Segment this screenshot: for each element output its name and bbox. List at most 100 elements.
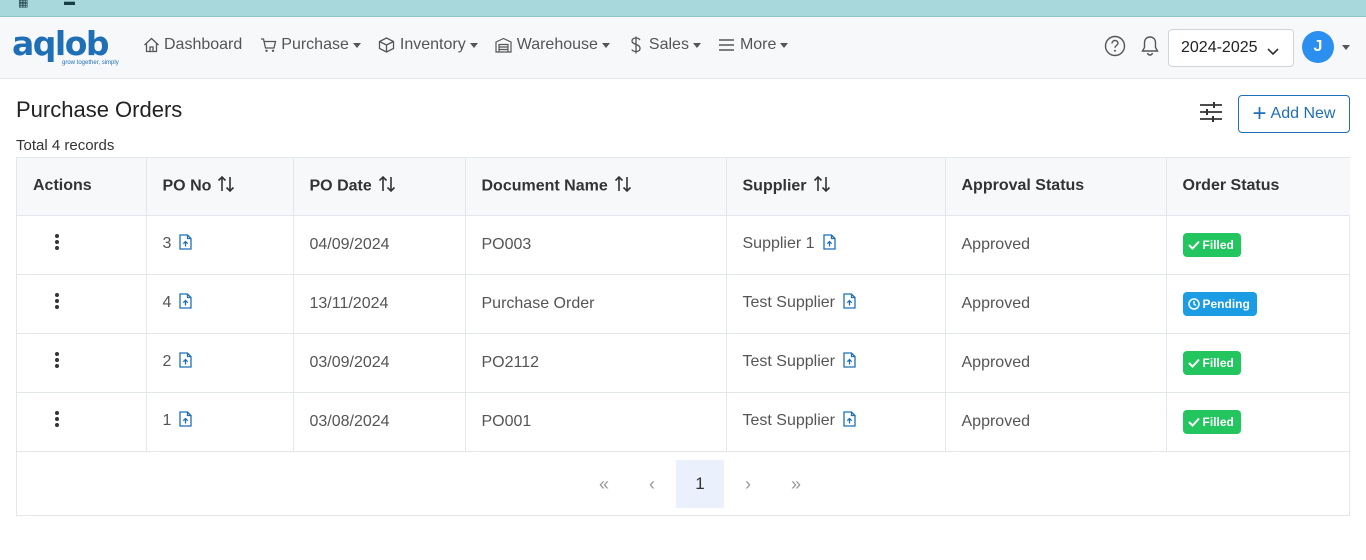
document-link-icon[interactable] (179, 352, 193, 373)
sort-icon[interactable] (614, 175, 632, 198)
status-badge: Filled (1182, 409, 1241, 434)
kebab-menu-icon[interactable] (55, 291, 59, 311)
supplier-name: Supplier 1 (742, 235, 815, 252)
nav-inventory[interactable]: Inventory (378, 36, 478, 54)
actions-cell (17, 392, 147, 452)
column-header-supplier[interactable]: Supplier (726, 158, 946, 216)
chevron-down-icon (692, 42, 701, 48)
po-no-cell: 4 (146, 274, 294, 334)
status-badge: Pending (1182, 291, 1257, 316)
help-icon[interactable] (1104, 35, 1126, 57)
add-new-label: Add New (1270, 105, 1336, 122)
nav-warehouse-label: Warehouse (516, 36, 598, 53)
document-name-cell: PO001 (465, 392, 727, 452)
document-name-cell: PO003 (465, 215, 727, 275)
column-header-po-no[interactable]: PO No (146, 158, 294, 216)
document-name-cell: Purchase Order (465, 274, 727, 334)
grid-icon: ▦ (18, 0, 29, 9)
chevron-down-icon (780, 42, 789, 48)
chevron-down-icon (469, 42, 478, 48)
chevron-down-icon (1267, 43, 1279, 61)
document-name-cell: PO2112 (465, 333, 727, 393)
column-header-po-date[interactable]: PO Date (293, 158, 466, 216)
document-link-icon[interactable] (843, 411, 856, 432)
sort-icon[interactable] (813, 175, 831, 198)
supplier-cell: Test Supplier (726, 333, 946, 393)
user-avatar[interactable]: J (1302, 31, 1334, 63)
filter-settings-icon[interactable] (1198, 101, 1226, 125)
document-link-icon[interactable] (843, 352, 856, 373)
actions-cell (17, 333, 147, 393)
chevron-down-icon (601, 42, 610, 48)
po-date-cell: 03/08/2024 (293, 392, 466, 452)
kebab-menu-icon[interactable] (55, 409, 59, 429)
sort-icon[interactable] (378, 175, 396, 198)
nav-dashboard-label: Dashboard (164, 36, 243, 53)
last-page-button[interactable]: » (772, 460, 820, 508)
pagination: « ‹ 1 › » (580, 460, 820, 508)
document-link-icon[interactable] (822, 234, 836, 255)
nav-sales[interactable]: Sales (627, 36, 701, 54)
record-count: Total 4 records (16, 137, 115, 154)
current-page-button[interactable]: 1 (676, 460, 724, 508)
top-navbar: aqlob grow together, simply Dashboard Pu… (0, 17, 1366, 79)
page-title: Purchase Orders (16, 97, 183, 122)
supplier-name: Test Supplier (742, 294, 836, 311)
approval-status-cell: Approved (945, 215, 1167, 275)
avatar-chevron-down-icon[interactable] (1342, 45, 1350, 50)
supplier-cell: Supplier 1 (726, 215, 946, 275)
nav-more[interactable]: More (718, 36, 789, 54)
column-header-document-name[interactable]: Document Name (465, 158, 727, 216)
check-icon (1187, 358, 1200, 368)
po-no-cell: 1 (146, 392, 294, 452)
cart-icon (259, 36, 277, 54)
sort-icon[interactable] (217, 175, 235, 198)
first-page-button[interactable]: « (580, 460, 628, 508)
column-header-actions: Actions (17, 158, 147, 216)
financial-year-select[interactable]: 2024-2025 (1168, 29, 1294, 67)
check-icon (1187, 417, 1200, 427)
next-page-button[interactable]: › (724, 460, 772, 508)
document-link-icon[interactable] (179, 293, 193, 314)
clock-icon (1187, 297, 1200, 310)
main-nav: Dashboard Purchase Inventory Warehouse S… (142, 36, 805, 54)
nav-purchase[interactable]: Purchase (259, 36, 361, 54)
previous-page-button[interactable]: ‹ (628, 460, 676, 508)
bell-icon[interactable] (1140, 35, 1160, 57)
document-link-icon[interactable] (179, 411, 193, 432)
status-badge: Filled (1182, 350, 1241, 375)
check-icon (1187, 240, 1200, 250)
supplier-cell: Test Supplier (726, 274, 946, 334)
po-no-cell: 2 (146, 333, 294, 393)
column-header-order-status: Order Status (1166, 158, 1350, 216)
home-icon (142, 36, 160, 54)
actions-cell (17, 274, 147, 334)
add-new-button[interactable]: + Add New (1238, 95, 1350, 133)
kebab-menu-icon[interactable] (55, 232, 59, 252)
tab-favicon-icon: ▬ (64, 0, 75, 8)
po-date-cell: 04/09/2024 (293, 215, 466, 275)
document-link-icon[interactable] (179, 234, 193, 255)
nav-warehouse[interactable]: Warehouse (495, 36, 610, 54)
nav-dashboard[interactable]: Dashboard (142, 36, 242, 54)
supplier-name: Test Supplier (742, 353, 836, 370)
po-no-cell: 3 (146, 215, 294, 275)
actions-cell (17, 215, 147, 275)
supplier-cell: Test Supplier (726, 392, 946, 452)
order-status-cell: Filled (1166, 392, 1350, 452)
nav-sales-label: Sales (648, 36, 689, 53)
nav-inventory-label: Inventory (399, 36, 466, 53)
nav-purchase-label: Purchase (281, 36, 349, 53)
approval-status-cell: Approved (945, 392, 1167, 452)
po-no: 2 (162, 353, 172, 370)
table-row: 2 03/09/2024 PO2112 Test Supplier Approv… (17, 333, 1350, 393)
document-link-icon[interactable] (843, 293, 856, 314)
chevron-down-icon (352, 42, 361, 48)
logo[interactable]: aqlob grow together, simply (12, 27, 122, 71)
table-row: 4 13/11/2024 Purchase Order Test Supplie… (17, 274, 1350, 334)
dollar-icon (627, 36, 645, 54)
browser-strip: ▦ ▬ (0, 0, 1366, 17)
purchase-orders-table: Actions PO No PO Date Document Name Supp… (16, 157, 1350, 516)
table-row: 3 04/09/2024 PO003 Supplier 1 Approved F… (17, 215, 1350, 275)
kebab-menu-icon[interactable] (55, 350, 59, 370)
